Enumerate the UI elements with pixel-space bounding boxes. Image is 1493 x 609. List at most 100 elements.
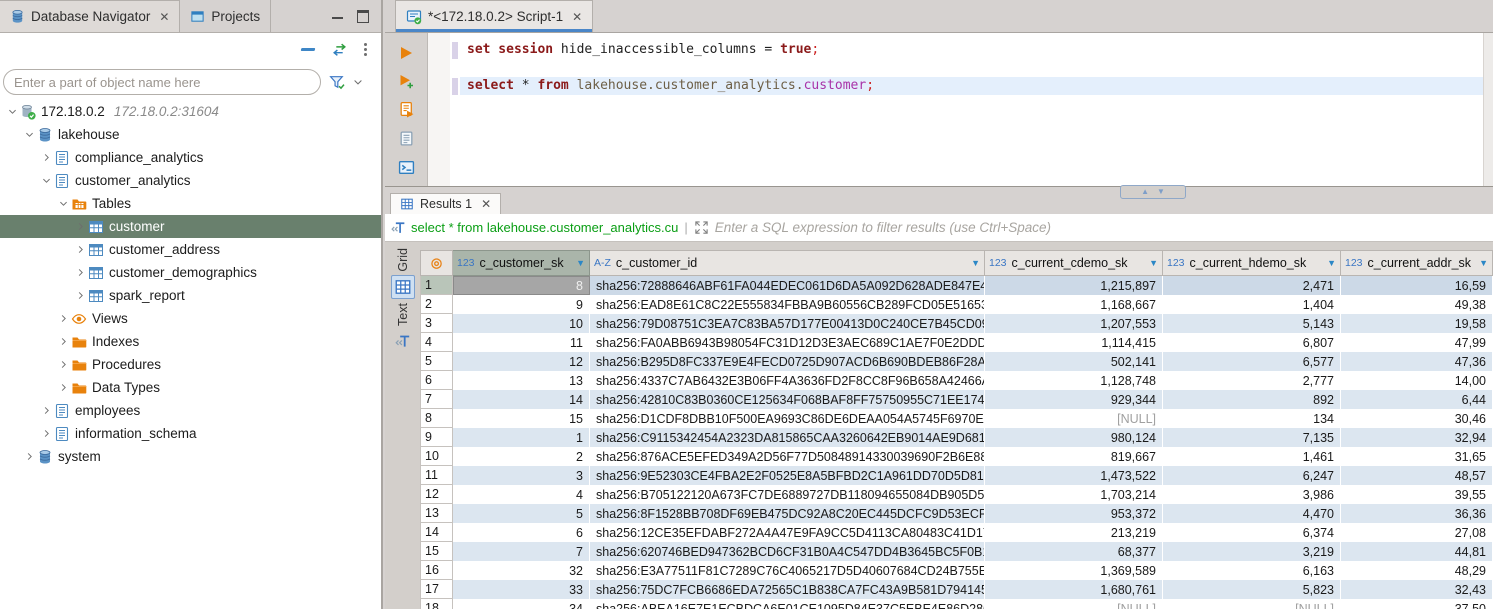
grid-cell-cdemo[interactable]: 929,344 (985, 390, 1163, 409)
column-header-c-customer-sk[interactable]: 123c_customer_sk▼ (453, 250, 590, 276)
open-sql-console-icon[interactable] (398, 159, 415, 176)
chevron-right-icon[interactable] (73, 267, 88, 278)
chevron-right-icon[interactable] (73, 221, 88, 232)
close-icon[interactable]: ✕ (481, 197, 491, 211)
chevron-down-icon[interactable] (22, 129, 37, 140)
grid-cell-cdemo[interactable]: 819,667 (985, 447, 1163, 466)
grid-cell-id[interactable]: sha256:E3A77511F81C7289C76C4065217D5D406… (590, 561, 985, 580)
grid-cell-addr[interactable]: 32,94 (1341, 428, 1493, 447)
editor-code-area[interactable]: set session hide_inaccessible_columns = … (460, 33, 1483, 186)
grid-cell-addr[interactable]: 16,59 (1341, 276, 1493, 295)
grid-cell-id[interactable]: sha256:75DC7FCB6686EDA72565C1B838CA7FC43… (590, 580, 985, 599)
explain-plan-icon[interactable] (398, 130, 415, 147)
grid-cell-cdemo[interactable]: 1,114,415 (985, 333, 1163, 352)
column-dropdown-icon[interactable]: ▼ (1479, 258, 1488, 268)
close-icon[interactable]: ✕ (159, 10, 169, 24)
column-dropdown-icon[interactable]: ▼ (971, 258, 980, 268)
grid-cell-id[interactable]: sha256:ABEA16E7E1ECBDCA6E01CE1095D84E37C… (590, 599, 985, 609)
grid-cell-id[interactable]: sha256:FA0ABB6943B98054FC31D12D3E3AEC689… (590, 333, 985, 352)
grid-cell-cdemo[interactable]: 1,473,522 (985, 466, 1163, 485)
row-number[interactable]: 12 (420, 485, 453, 504)
tree-item-customer[interactable]: customer (0, 215, 381, 238)
grid-cell-id[interactable]: sha256:620746BED947362BCD6CF31B0A4C547DD… (590, 542, 985, 561)
grid-cell-sk[interactable]: 12 (453, 352, 590, 371)
grid-cell-sk[interactable]: 9 (453, 295, 590, 314)
row-number[interactable]: 2 (420, 295, 453, 314)
tree-item-spark-report[interactable]: spark_report (0, 284, 381, 307)
grid-cell-sk[interactable]: 10 (453, 314, 590, 333)
grid-corner-cell[interactable]: ◎ (420, 250, 453, 276)
row-number[interactable]: 6 (420, 371, 453, 390)
execute-script-icon[interactable] (398, 101, 415, 118)
results-filter-bar[interactable]: select * from lakehouse.customer_analyti… (385, 214, 1493, 242)
tree-item-procedures[interactable]: Procedures (0, 353, 381, 376)
grid-cell-hdemo[interactable]: 1,461 (1163, 447, 1341, 466)
splitter-collapse-control[interactable]: ▲▼ (1120, 185, 1186, 199)
tree-item-data-types[interactable]: Data Types (0, 376, 381, 399)
grid-cell-cdemo[interactable]: 953,372 (985, 504, 1163, 523)
close-icon[interactable]: ✕ (572, 10, 582, 24)
column-header-c-current-hdemo-sk[interactable]: 123c_current_hdemo_sk▼ (1163, 250, 1341, 276)
chevron-right-icon[interactable] (56, 382, 71, 393)
execute-statement-icon[interactable] (398, 45, 414, 61)
grid-cell-sk[interactable]: 34 (453, 599, 590, 609)
editor-results-splitter[interactable] (385, 186, 1493, 193)
column-header-c-current-cdemo-sk[interactable]: 123c_current_cdemo_sk▼ (985, 250, 1163, 276)
tree-item-tables[interactable]: Tables (0, 192, 381, 215)
grid-cell-addr[interactable]: 37,50 (1341, 599, 1493, 609)
tree-item-172-18-0-2[interactable]: 172.18.0.2172.18.0.2:31604 (0, 100, 381, 123)
row-number[interactable]: 1 (420, 276, 453, 295)
grid-cell-cdemo[interactable]: 502,141 (985, 352, 1163, 371)
grid-cell-id[interactable]: sha256:42810C83B0360CE125634F068BAF8FF75… (590, 390, 985, 409)
grid-cell-hdemo[interactable]: 1,404 (1163, 295, 1341, 314)
grid-cell-cdemo[interactable]: 980,124 (985, 428, 1163, 447)
editor-overview-ruler[interactable] (1483, 33, 1493, 186)
grid-cell-addr[interactable]: 27,08 (1341, 523, 1493, 542)
chevron-right-icon[interactable] (39, 428, 54, 439)
tree-item-information-schema[interactable]: information_schema (0, 422, 381, 445)
grid-cell-id[interactable]: sha256:876ACE5EFED349A2D56F77D5084891433… (590, 447, 985, 466)
grid-cell-addr[interactable]: 39,55 (1341, 485, 1493, 504)
grid-cell-id[interactable]: sha256:72888646ABF61FA044EDEC061D6DA5A09… (590, 276, 985, 295)
code-line-3[interactable]: select * from lakehouse.customer_analyti… (460, 77, 1483, 95)
row-number[interactable]: 3 (420, 314, 453, 333)
chevron-right-icon[interactable] (56, 359, 71, 370)
grid-cell-addr[interactable]: 48,57 (1341, 466, 1493, 485)
grid-cell-sk[interactable]: 33 (453, 580, 590, 599)
row-number[interactable]: 11 (420, 466, 453, 485)
execute-in-new-tab-icon[interactable] (398, 73, 414, 89)
grid-cell-sk[interactable]: 2 (453, 447, 590, 466)
row-number[interactable]: 4 (420, 333, 453, 352)
grid-cell-hdemo[interactable]: 3,986 (1163, 485, 1341, 504)
grid-cell-cdemo[interactable]: 68,377 (985, 542, 1163, 561)
grid-cell-cdemo[interactable]: [NULL] (985, 409, 1163, 428)
grid-cell-sk[interactable]: 5 (453, 504, 590, 523)
filter-funnel-icon[interactable] (329, 74, 346, 91)
row-number[interactable]: 15 (420, 542, 453, 561)
collapse-all-icon[interactable] (301, 48, 316, 51)
grid-cell-addr[interactable]: 31,65 (1341, 447, 1493, 466)
grid-cell-id[interactable]: sha256:9E52303CE4FBA2E2F0525E8A5BFBD2C1A… (590, 466, 985, 485)
grid-cell-cdemo[interactable]: 1,215,897 (985, 276, 1163, 295)
row-number[interactable]: 18 (420, 599, 453, 609)
chevron-right-icon[interactable] (73, 244, 88, 255)
tree-item-employees[interactable]: employees (0, 399, 381, 422)
grid-cell-addr[interactable]: 49,38 (1341, 295, 1493, 314)
row-number[interactable]: 13 (420, 504, 453, 523)
grid-cell-hdemo[interactable]: 4,470 (1163, 504, 1341, 523)
grid-cell-id[interactable]: sha256:EAD8E61C8C22E555834FBBA9B60556CB2… (590, 295, 985, 314)
grid-cell-hdemo[interactable]: 3,219 (1163, 542, 1341, 561)
grid-cell-addr[interactable]: 32,43 (1341, 580, 1493, 599)
grid-cell-hdemo[interactable]: 134 (1163, 409, 1341, 428)
tree-item-lakehouse[interactable]: lakehouse (0, 123, 381, 146)
tab-sql-script[interactable]: *<172.18.0.2> Script-1 ✕ (395, 0, 593, 32)
view-toggle-text[interactable]: Text (391, 303, 415, 353)
row-number[interactable]: 9 (420, 428, 453, 447)
tree-item-customer-analytics[interactable]: customer_analytics (0, 169, 381, 192)
tree-item-compliance-analytics[interactable]: compliance_analytics (0, 146, 381, 169)
grid-cell-id[interactable]: sha256:12CE35EFDABF272A4A47E9FA9CC5D4113… (590, 523, 985, 542)
grid-cell-cdemo[interactable]: 1,168,667 (985, 295, 1163, 314)
grid-cell-id[interactable]: sha256:B705122120A673FC7DE6889727DB11809… (590, 485, 985, 504)
grid-cell-cdemo[interactable]: 213,219 (985, 523, 1163, 542)
grid-cell-id[interactable]: sha256:D1CDF8DBB10F500EA9693C86DE6DEAA05… (590, 409, 985, 428)
